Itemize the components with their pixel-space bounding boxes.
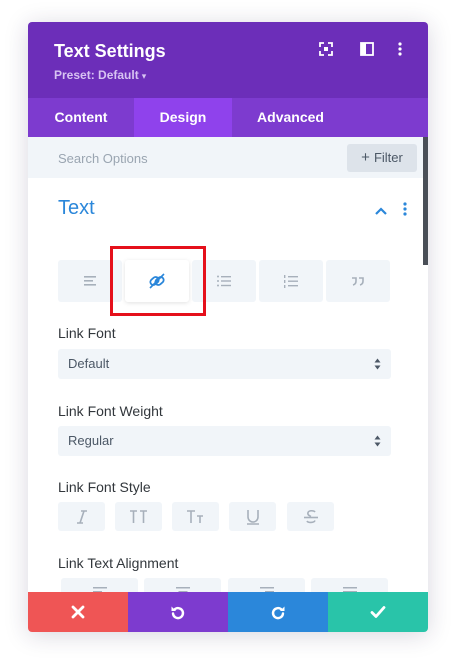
select-arrows-icon <box>374 435 381 447</box>
close-icon <box>71 605 85 619</box>
align-justify-button[interactable] <box>311 578 388 592</box>
link-font-value: Default <box>68 356 110 371</box>
link-subtab-highlight <box>110 246 206 316</box>
search-input[interactable] <box>48 145 308 171</box>
underline-icon <box>247 510 259 525</box>
save-button[interactable] <box>328 592 428 632</box>
text-settings-modal: Text Settings Preset: Default ▾ Content D… <box>28 22 428 632</box>
filter-button[interactable]: + Filter <box>347 144 417 172</box>
settings-scroll-area[interactable]: +Filter Text Link Fo <box>28 137 428 592</box>
tab-design[interactable]: Design <box>134 98 232 137</box>
caret-down-icon: ▾ <box>141 71 147 81</box>
italic-icon <box>77 510 87 524</box>
redo-icon <box>271 606 285 620</box>
more-vertical-icon[interactable] <box>396 42 412 58</box>
strikethrough-icon <box>304 509 318 524</box>
undo-button[interactable] <box>128 592 228 632</box>
align-right-button[interactable] <box>228 578 305 592</box>
section-title-text[interactable]: Text <box>58 197 95 220</box>
strikethrough-button[interactable] <box>287 502 334 531</box>
filter-label: Filter <box>373 150 403 165</box>
ordered-list-icon <box>284 275 298 288</box>
tab-advanced[interactable]: Advanced <box>232 98 349 137</box>
link-font-weight-value: Regular <box>68 433 114 448</box>
link-font-weight-label: Link Font Weight <box>58 403 163 419</box>
italic-button[interactable] <box>58 502 105 531</box>
plus-icon: + <box>361 149 370 166</box>
link-font-style-label: Link Font Style <box>58 479 151 495</box>
paragraph-icon <box>84 276 96 286</box>
undo-icon <box>171 606 185 620</box>
quote-icon <box>352 277 364 286</box>
link-font-weight-select[interactable]: Regular <box>58 426 391 456</box>
preset-label: Preset: Default <box>54 68 139 82</box>
small-caps-button[interactable] <box>172 502 219 531</box>
small-caps-icon <box>187 510 203 523</box>
subtab-quote[interactable] <box>326 260 390 302</box>
align-left-button[interactable] <box>61 578 138 592</box>
split-view-icon[interactable] <box>360 42 376 58</box>
unordered-list-icon <box>217 275 231 287</box>
underline-button[interactable] <box>229 502 276 531</box>
modal-title: Text Settings <box>54 41 166 61</box>
redo-button[interactable] <box>228 592 328 632</box>
chevron-up-icon[interactable] <box>374 203 388 215</box>
discard-button[interactable] <box>28 592 128 632</box>
search-bar: +Filter <box>28 137 423 178</box>
check-icon <box>370 606 386 618</box>
tab-bar: Content Design Advanced <box>28 98 428 137</box>
preset-selector[interactable]: Preset: Default ▾ <box>54 68 146 82</box>
subtab-ordered-list[interactable] <box>259 260 323 302</box>
uppercase-icon <box>130 510 147 523</box>
modal-header: Text Settings Preset: Default ▾ <box>28 22 428 98</box>
select-arrows-icon <box>374 358 381 370</box>
link-text-alignment-label: Link Text Alignment <box>58 555 179 571</box>
expand-icon[interactable] <box>319 42 335 58</box>
tab-content[interactable]: Content <box>28 98 134 137</box>
uppercase-button[interactable] <box>115 502 162 531</box>
scrollbar-thumb[interactable] <box>423 137 428 265</box>
modal-footer <box>28 592 428 632</box>
link-font-label: Link Font <box>58 325 116 341</box>
link-font-select[interactable]: Default <box>58 349 391 379</box>
align-center-button[interactable] <box>144 578 221 592</box>
text-subtabs <box>58 260 391 302</box>
section-more-icon[interactable] <box>402 201 408 217</box>
